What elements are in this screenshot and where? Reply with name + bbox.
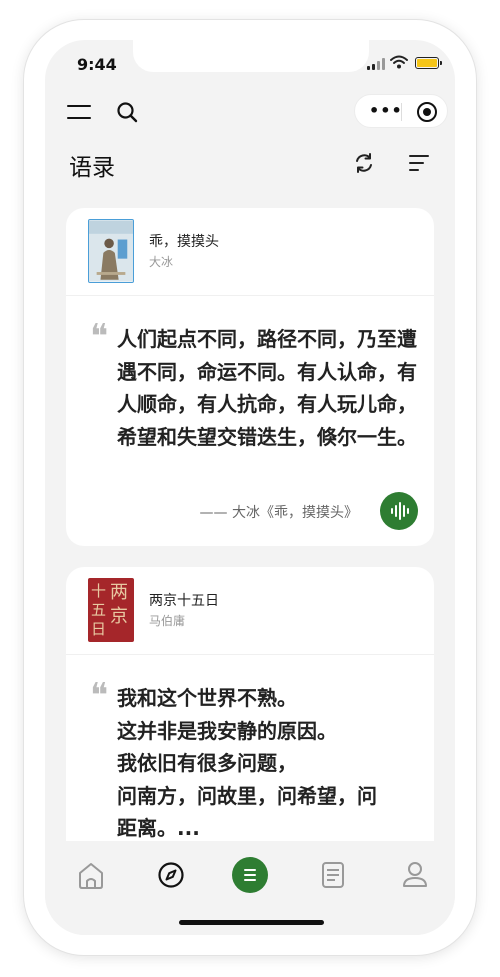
svg-text:两: 两 — [110, 582, 128, 603]
search-icon[interactable] — [115, 100, 139, 124]
quote-card[interactable]: 十 两 五 京 日 两京十五日 马伯庸 ❝ 我和这个世界不熟。 这并非是我安静的… — [66, 567, 434, 887]
menu-icon[interactable] — [67, 102, 91, 120]
more-dots-icon[interactable]: ••• — [369, 103, 402, 119]
home-icon[interactable] — [71, 855, 111, 895]
svg-text:五: 五 — [91, 601, 106, 619]
quote-line: 我依旧有很多问题， — [117, 751, 297, 775]
svg-text:十: 十 — [91, 582, 106, 600]
capsule-divider — [401, 103, 402, 121]
quote-source: —— 大冰《乖，摸摸头》 — [199, 505, 358, 521]
waveform-icon[interactable] — [380, 492, 418, 530]
signal-icon — [367, 58, 385, 70]
home-indicator — [179, 920, 324, 925]
quotes-icon[interactable] — [230, 855, 270, 895]
sort-icon[interactable] — [409, 154, 429, 172]
quote-mark-icon: ❝ — [90, 317, 109, 357]
quote-text: 人们起点不同，路径不同，乃至遭遇不同，命运不同。有人认命，有人顺命，有人抗命，有… — [117, 327, 417, 449]
battery-icon — [415, 57, 442, 69]
app-screen: 9:44 ••• 语录 乖，摸摸头 大冰 ❝ 人们起点不同，路径不同，乃至遭遇不… — [45, 40, 455, 935]
wifi-icon — [390, 55, 408, 69]
card-header[interactable]: 乖，摸摸头 大冰 — [66, 208, 434, 296]
quote-line: 问南方，问故里，问希望，问 — [117, 783, 377, 808]
status-time: 9:44 — [77, 55, 117, 74]
status-bar: 9:44 — [45, 40, 455, 86]
book-cover-image — [88, 219, 134, 283]
book-author: 大冰 — [149, 255, 174, 269]
quote-text: 我和这个世界不熟。 这并非是我安静的原因。 我依旧有很多问题， 问南方，问故里，… — [117, 682, 427, 845]
book-author: 马伯庸 — [149, 614, 186, 628]
page-title: 语录 — [69, 155, 115, 181]
notes-icon[interactable] — [313, 855, 353, 895]
book-cover-image: 十 两 五 京 日 — [88, 578, 134, 642]
notch — [133, 40, 369, 72]
book-title: 乖，摸摸头 — [149, 234, 219, 250]
quote-card[interactable]: 乖，摸摸头 大冰 ❝ 人们起点不同，路径不同，乃至遭遇不同，命运不同。有人认命，… — [66, 208, 434, 546]
quote-line: 这并非是我安静的原因。 — [117, 718, 337, 743]
refresh-icon[interactable] — [353, 152, 375, 174]
quote-line: 距离。... — [117, 816, 200, 840]
svg-text:日: 日 — [91, 620, 106, 638]
svg-text:京: 京 — [110, 606, 128, 627]
profile-icon[interactable] — [395, 855, 435, 895]
book-title: 两京十五日 — [149, 593, 219, 609]
quote-mark-icon: ❝ — [90, 676, 109, 716]
target-icon[interactable] — [417, 102, 437, 122]
compass-icon[interactable] — [151, 855, 191, 895]
quote-line: 我和这个世界不熟。 — [117, 686, 297, 710]
card-header[interactable]: 十 两 五 京 日 两京十五日 马伯庸 — [66, 567, 434, 655]
mini-program-capsule: ••• — [354, 94, 448, 128]
